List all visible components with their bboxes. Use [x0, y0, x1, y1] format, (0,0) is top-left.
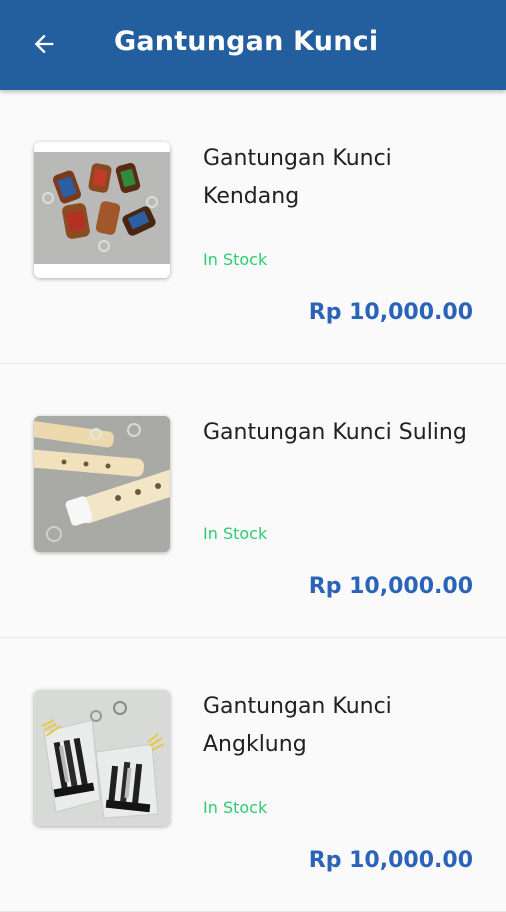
stock-status: In Stock [203, 250, 268, 269]
product-card-suling[interactable]: Gantungan Kunci Suling In Stock Rp 10,00… [0, 364, 506, 638]
arrow-left-icon [30, 30, 58, 62]
product-price: Rp 10,000.00 [308, 300, 473, 325]
product-list: Gantungan Kunci Kendang In Stock Rp 10,0… [0, 90, 506, 912]
product-card-angklung[interactable]: Gantungan Kunci Angklung In Stock Rp 10,… [0, 638, 506, 912]
product-image-angklung [34, 690, 170, 826]
product-image-kendang [34, 142, 170, 278]
product-price: Rp 10,000.00 [308, 848, 473, 873]
app-bar: Gantungan Kunci [0, 0, 506, 90]
stock-status: In Stock [203, 524, 268, 543]
product-name: Gantungan Kunci Kendang [203, 146, 392, 209]
page-title: Gantungan Kunci [114, 26, 379, 57]
product-image-suling [34, 416, 170, 552]
product-price: Rp 10,000.00 [308, 574, 473, 599]
stock-status: In Stock [203, 798, 268, 817]
product-card-kendang[interactable]: Gantungan Kunci Kendang In Stock Rp 10,0… [0, 90, 506, 364]
product-name: Gantungan Kunci Suling [203, 420, 467, 445]
product-name: Gantungan Kunci Angklung [203, 694, 392, 757]
back-button[interactable] [20, 22, 68, 70]
